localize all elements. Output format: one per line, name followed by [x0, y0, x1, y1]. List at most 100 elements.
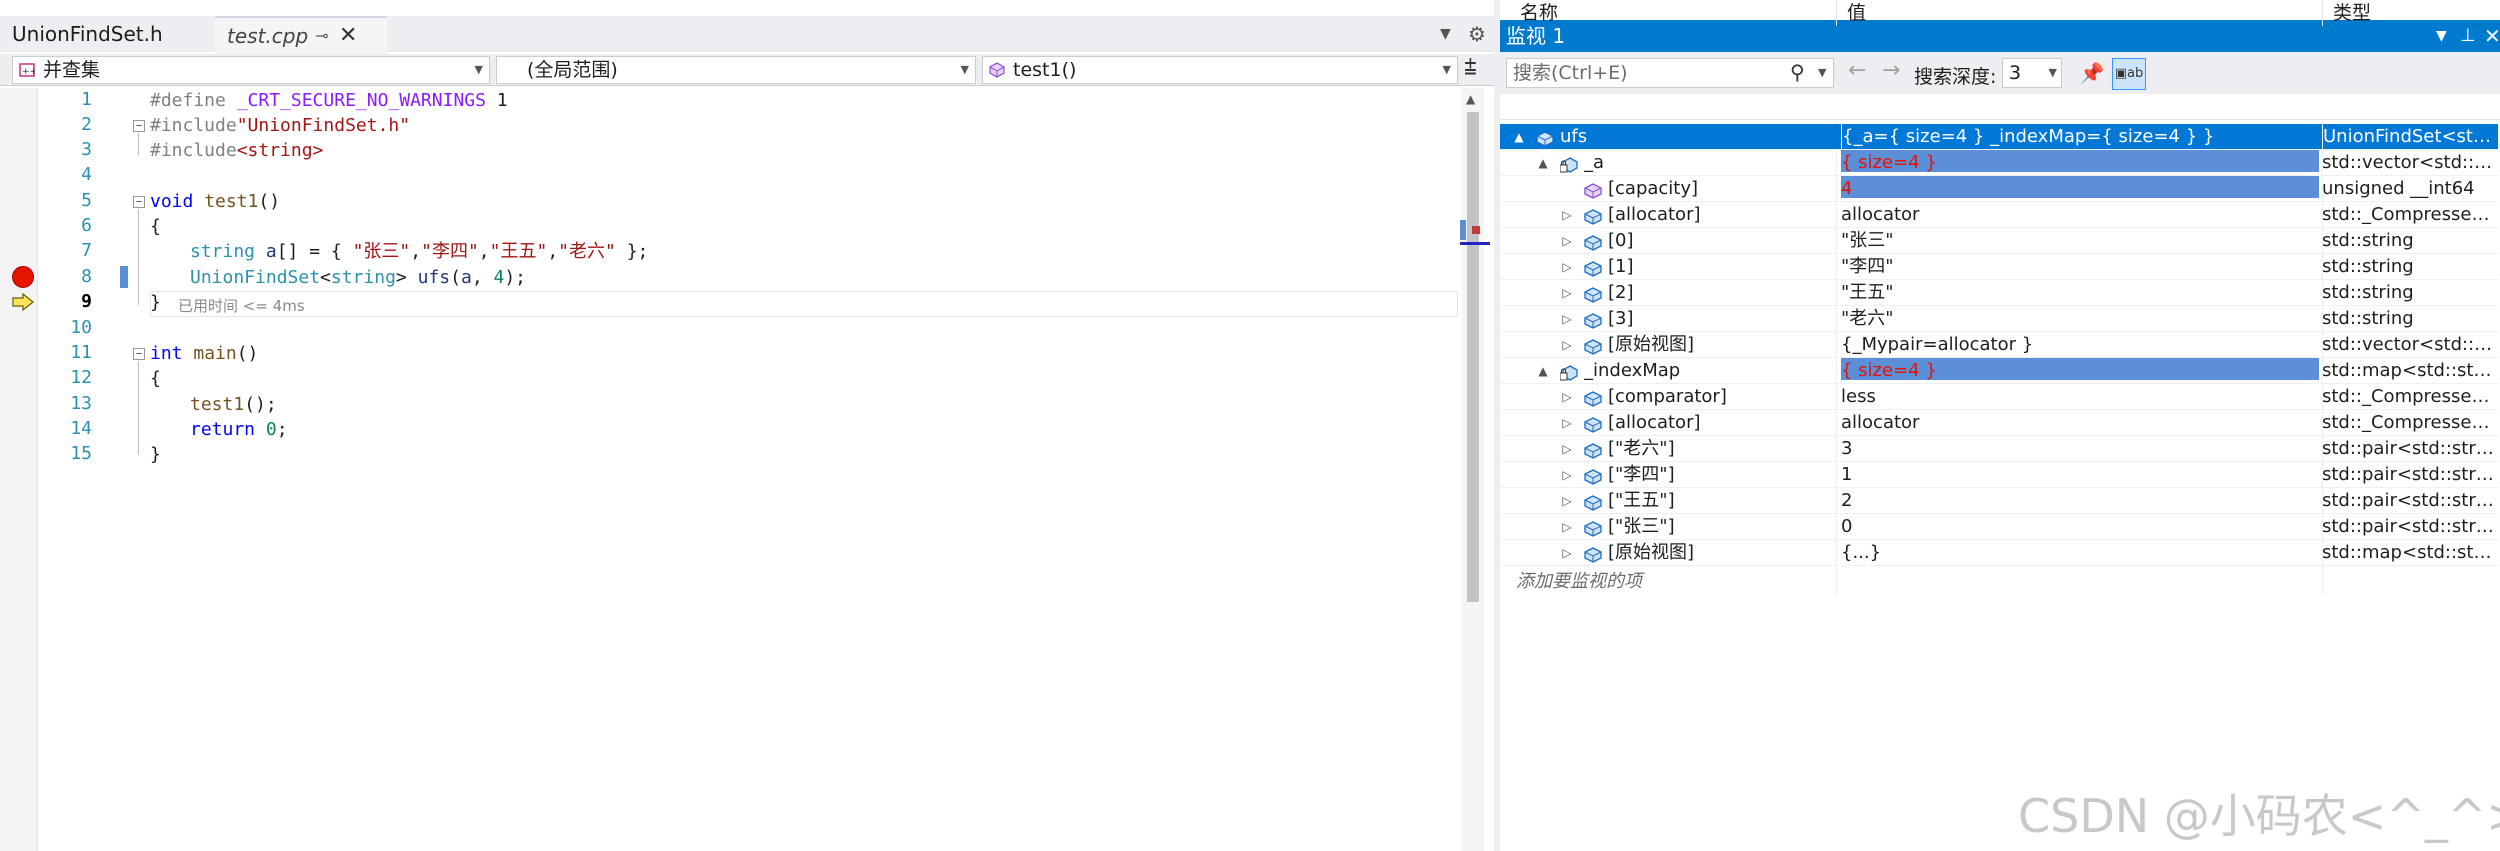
watch-row[interactable]: ▷ [allocator] allocator std::_Compressed...: [1500, 410, 2498, 436]
scrollbar-thumb[interactable]: [1467, 112, 1479, 602]
watch-row-value[interactable]: {_Mypair=allocator }: [1841, 332, 2319, 358]
code-line-11[interactable]: int main(): [150, 341, 258, 366]
expand-arrow-icon[interactable]: ▷: [1560, 306, 1574, 332]
watch-row[interactable]: ▷ [原始视图] {...} std::map<std::stri...: [1500, 540, 2498, 566]
watch-row-value[interactable]: { size=4 }: [1841, 358, 2319, 380]
code-line-9[interactable]: }: [150, 290, 161, 315]
watch-row-value[interactable]: "张三": [1841, 228, 2319, 254]
column-header-type[interactable]: 类型: [2322, 0, 2500, 26]
watch-row-type: std::string: [2322, 308, 2414, 329]
fold-toggle[interactable]: −: [133, 348, 145, 360]
expand-arrow-icon[interactable]: ▷: [1560, 228, 1574, 254]
instruction-pointer-icon[interactable]: [12, 293, 34, 311]
collapse-arrow-icon[interactable]: ▲: [1512, 124, 1526, 150]
tab-test-cpp[interactable]: test.cpp ⊸ ✕: [215, 16, 387, 54]
watch-row-value[interactable]: 3: [1841, 436, 2319, 462]
expand-arrow-icon[interactable]: ▷: [1560, 410, 1574, 436]
line-number: 3: [81, 139, 92, 160]
arrow-left-icon[interactable]: ←: [1848, 58, 1866, 83]
watch-row-value[interactable]: less: [1841, 384, 2319, 410]
collapse-arrow-icon[interactable]: ▲: [1536, 150, 1550, 176]
line-number: 12: [70, 367, 92, 388]
pin-icon[interactable]: ⊸: [315, 18, 328, 54]
pin-source-icon[interactable]: 📌: [2078, 58, 2106, 88]
watch-row[interactable]: ▷ ["张三"] 0 std::pair<std::strin...: [1500, 514, 2498, 540]
watch-row[interactable]: ▲ _indexMap { size=4 } std::map<std::stri..…: [1500, 358, 2498, 384]
column-header-name[interactable]: 名称: [1510, 0, 1836, 26]
arrow-right-icon[interactable]: →: [1882, 58, 1900, 83]
expand-arrow-icon[interactable]: ▷: [1560, 462, 1574, 488]
code-line-13[interactable]: test1();: [190, 392, 277, 417]
code-line-15[interactable]: }: [150, 442, 161, 467]
code-line-8[interactable]: UnionFindSet<string> ufs(a, 4);: [190, 265, 526, 290]
fold-toggle[interactable]: −: [133, 196, 145, 208]
code-line-2[interactable]: #include"UnionFindSet.h": [150, 113, 410, 138]
code-line-3[interactable]: #include<string>: [150, 138, 323, 163]
expand-arrow-icon[interactable]: ▷: [1560, 488, 1574, 514]
scroll-up-icon[interactable]: ▲: [1466, 92, 1475, 106]
watch-row[interactable]: ▷ [1] "李四" std::string: [1500, 254, 2498, 280]
split-view-icon[interactable]: ⩲: [1464, 56, 1477, 81]
watermark: CSDN @小码农<^_^>: [2018, 789, 2500, 843]
watch-row-value[interactable]: {...}: [1841, 540, 2319, 566]
breakpoint-icon[interactable]: [12, 266, 34, 288]
code-line-5[interactable]: void test1(): [150, 189, 280, 214]
watch-row[interactable]: ▷ ["王五"] 2 std::pair<std::strin...: [1500, 488, 2498, 514]
code-line-6[interactable]: {: [150, 214, 161, 239]
expand-arrow-icon[interactable]: ▷: [1560, 384, 1574, 410]
watch-row-value[interactable]: "王五": [1841, 280, 2319, 306]
close-icon[interactable]: ✕: [339, 18, 357, 54]
tab-list-dropdown-icon[interactable]: ▼: [1440, 26, 1451, 42]
expand-arrow-icon[interactable]: ▷: [1560, 254, 1574, 280]
code-line-7[interactable]: string a[] = { "张三","李四","王五","老六" };: [190, 239, 648, 264]
add-watch-item[interactable]: 添加要监视的项: [1516, 567, 1642, 593]
code-line-1[interactable]: #define _CRT_SECURE_NO_WARNINGS 1: [150, 88, 508, 113]
watch-row[interactable]: ▲ _a { size=4 } std::vector<std::st...: [1500, 150, 2498, 176]
project-dropdown[interactable]: ++ 并查集 ▼: [12, 56, 490, 84]
watch-row[interactable]: [capacity] 4 unsigned __int64: [1500, 176, 2498, 202]
watch-row-type: std::pair<std::strin...: [2322, 516, 2498, 537]
watch-row-value[interactable]: 1: [1841, 462, 2319, 488]
code-line-14[interactable]: return 0;: [190, 417, 288, 442]
expand-arrow-icon[interactable]: ▷: [1560, 436, 1574, 462]
gear-icon[interactable]: ⚙: [1468, 22, 1486, 46]
watch-row-value[interactable]: { size=4 }: [1841, 150, 2319, 172]
collapse-arrow-icon[interactable]: ▲: [1536, 358, 1550, 384]
function-dropdown[interactable]: test1() ▼: [982, 56, 1458, 84]
watch-row[interactable]: ▷ [3] "老六" std::string: [1500, 306, 2498, 332]
watch-row-value[interactable]: 4: [1841, 176, 2319, 198]
watch-row[interactable]: ▷ [2] "王五" std::string: [1500, 280, 2498, 306]
watch-row[interactable]: ▷ ["老六"] 3 std::pair<std::strin...: [1500, 436, 2498, 462]
watch-row-value[interactable]: "老六": [1841, 306, 2319, 332]
expand-arrow-icon[interactable]: ▷: [1560, 202, 1574, 228]
watch-row[interactable]: ▷ [allocator] allocator std::_Compressed...: [1500, 202, 2498, 228]
tab-unionfindset-h[interactable]: UnionFindSet.h: [0, 16, 239, 52]
indicator-margin[interactable]: [0, 88, 38, 851]
search-icon[interactable]: ⚲: [1790, 60, 1805, 84]
watch-row-value[interactable]: allocator: [1841, 202, 2319, 228]
watch-row-value[interactable]: {_a={ size=4 } _indexMap={ size=4 } }: [1841, 124, 2320, 150]
watch-row[interactable]: ▷ [0] "张三" std::string: [1500, 228, 2498, 254]
code-line-12[interactable]: {: [150, 366, 161, 391]
watch-row-value[interactable]: 0: [1841, 514, 2319, 540]
expand-arrow-icon[interactable]: ▷: [1560, 280, 1574, 306]
watch-row[interactable]: ▷ [comparator] less std::_Compressed...: [1500, 384, 2498, 410]
expand-arrow-icon[interactable]: ▷: [1560, 540, 1574, 566]
hex-display-toggle-icon[interactable]: ▣ab: [2112, 58, 2146, 90]
scope-dropdown[interactable]: (全局范围) ▼: [496, 56, 976, 84]
search-depth-dropdown[interactable]: 3 ▼: [2002, 58, 2062, 88]
watch-row-value[interactable]: "李四": [1841, 254, 2319, 280]
expand-arrow-icon[interactable]: ▷: [1560, 332, 1574, 358]
watch-row-value[interactable]: 2: [1841, 488, 2319, 514]
column-header-value[interactable]: 值: [1836, 0, 2322, 26]
expand-arrow-icon[interactable]: ▷: [1560, 514, 1574, 540]
line-number-current: 9: [81, 291, 92, 312]
watch-row[interactable]: ▷ [原始视图] {_Mypair=allocator } std::vector<s…: [1500, 332, 2498, 358]
watch-row[interactable]: ▷ ["李四"] 1 std::pair<std::strin...: [1500, 462, 2498, 488]
watch-search-input[interactable]: 搜索(Ctrl+E): [1506, 58, 1834, 88]
fold-toggle[interactable]: −: [133, 120, 145, 132]
chevron-down-icon[interactable]: ▼: [1818, 66, 1826, 79]
watch-row[interactable]: ▲ ufs {_a={ size=4 } _indexMap={ size=4 } …: [1500, 124, 2499, 150]
watch-row-value[interactable]: allocator: [1841, 410, 2319, 436]
private-field-icon: [1559, 155, 1578, 173]
